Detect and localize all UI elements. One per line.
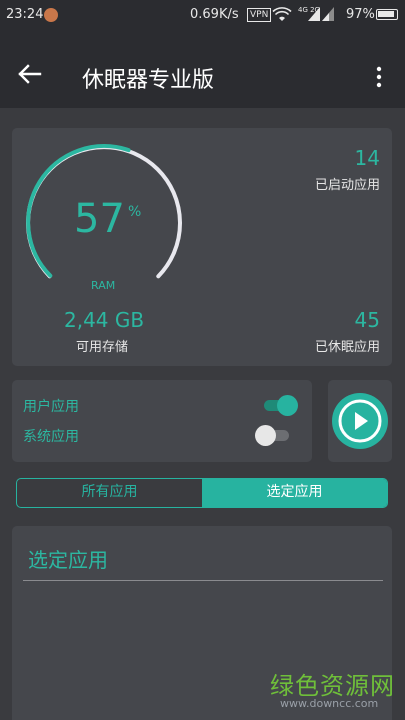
signal-2-icon xyxy=(322,7,334,25)
available-memory-label: 可用存储 xyxy=(76,340,129,355)
tab-selected-apps[interactable]: 选定应用 xyxy=(202,479,387,507)
play-icon xyxy=(338,399,382,443)
battery-percent: 97% xyxy=(346,7,375,22)
sleeping-apps-count: 45 xyxy=(354,308,380,332)
memory-stats-card: 57 % RAM 2,44 GB 可用存储 14 已启动应用 45 已休眠应用 xyxy=(12,128,392,366)
hibernate-play-button[interactable] xyxy=(332,393,388,449)
list-title: 选定应用 xyxy=(28,548,108,572)
wifi-icon xyxy=(272,7,292,27)
divider xyxy=(23,580,383,581)
ram-percent-value: 57 xyxy=(74,196,125,242)
user-apps-label: 用户应用 xyxy=(23,399,79,415)
status-net-speed: 0.69K/s xyxy=(190,7,239,22)
ram-label: RAM xyxy=(91,279,116,292)
watermark-url: www.downcc.com xyxy=(280,697,379,710)
tab-all-apps[interactable]: 所有应用 xyxy=(17,479,202,507)
arrow-left-icon[interactable] xyxy=(18,64,44,84)
notification-icon xyxy=(44,8,58,22)
app-tabs: 所有应用 选定应用 xyxy=(16,478,388,508)
launched-apps-label: 已启动应用 xyxy=(314,178,380,193)
play-card xyxy=(328,380,392,462)
status-time: 23:24 xyxy=(6,7,44,22)
sleeping-apps-label: 已休眠应用 xyxy=(314,340,380,355)
more-vert-icon[interactable] xyxy=(372,66,386,88)
vpn-icon: VPN xyxy=(247,8,272,22)
system-apps-label: 系统应用 xyxy=(23,429,79,445)
app-bar: 休眠器专业版 xyxy=(0,30,405,108)
page-title: 休眠器专业版 xyxy=(82,68,215,93)
battery-icon xyxy=(376,9,398,20)
signal-icon xyxy=(308,7,320,25)
system-apps-toggle[interactable] xyxy=(255,424,291,446)
app-filter-card: 用户应用 系统应用 xyxy=(12,380,312,462)
launched-apps-count: 14 xyxy=(354,146,380,170)
ram-percent-sign: % xyxy=(128,204,142,220)
watermark-site-name: 绿色资源网 xyxy=(270,672,395,700)
status-bar: 23:24 0.69K/s VPN 4G 2G 97% xyxy=(0,0,405,30)
available-memory-value: 2,44 GB xyxy=(64,308,145,332)
user-apps-toggle[interactable] xyxy=(262,394,298,416)
